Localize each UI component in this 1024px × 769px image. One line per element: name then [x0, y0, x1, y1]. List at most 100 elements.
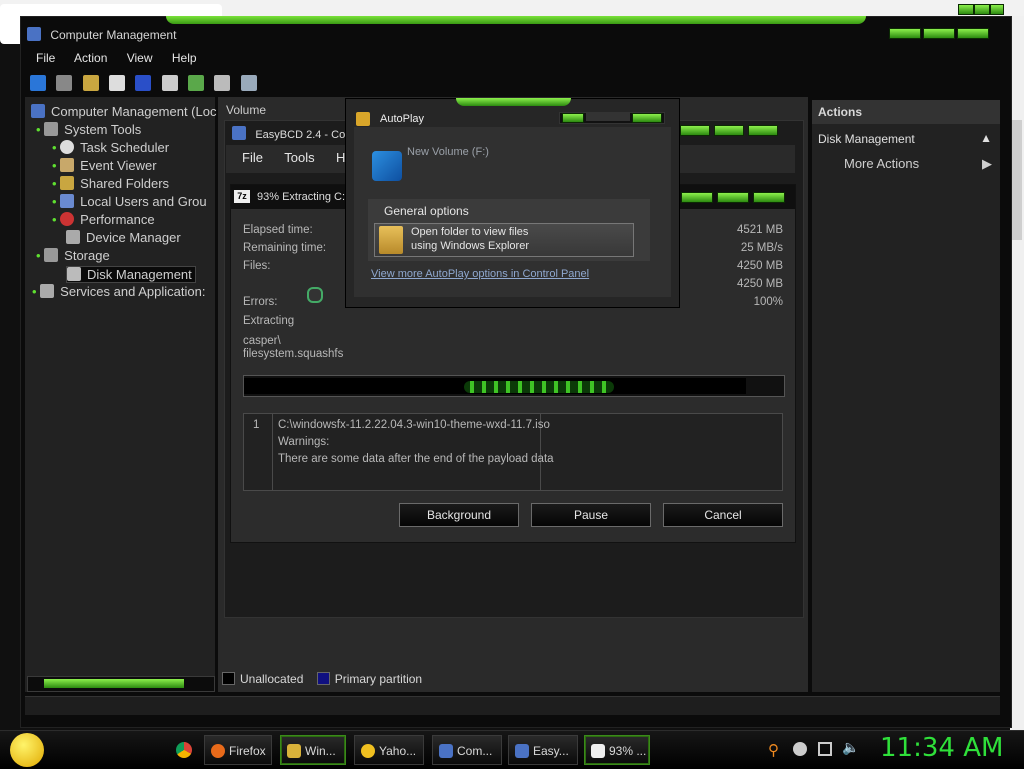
open-folder-option[interactable]: Open folder to view files using Windows …	[374, 223, 634, 257]
extraction-minimize-button[interactable]	[681, 192, 713, 203]
autoplay-title: AutoPlay	[380, 113, 425, 125]
legend-primary-partition: Primary partition	[334, 672, 423, 686]
device-manager-icon	[66, 230, 80, 244]
help-icon[interactable]	[135, 75, 152, 91]
expand-icon[interactable]: •	[32, 284, 40, 299]
message-index-column: 1	[244, 414, 273, 490]
extraction-progress-bar	[243, 375, 785, 397]
more-autoplay-options-link[interactable]: View more AutoPlay options in Control Pa…	[371, 268, 589, 280]
tree-item-local-users[interactable]: • Local Users and Grou	[52, 194, 207, 209]
services-icon	[40, 284, 55, 298]
collapse-up-icon[interactable]: ▲	[980, 131, 992, 145]
pause-button[interactable]: Pause	[531, 503, 651, 527]
easybcd-menu-file[interactable]: File	[242, 150, 263, 165]
elapsed-time-label: Elapsed time:	[243, 224, 313, 236]
volume-column-header[interactable]: Volume	[226, 103, 266, 117]
back-arrow-icon[interactable]	[30, 75, 46, 91]
easybcd-icon	[515, 744, 529, 758]
drive-icon	[372, 151, 402, 181]
show-hide-tree-icon[interactable]	[109, 75, 126, 91]
search-icon[interactable]: ⚲	[768, 741, 779, 759]
network-icon[interactable]	[818, 742, 832, 756]
tree-root[interactable]: Computer Management (Loc	[31, 104, 216, 119]
legend-unallocated: Unallocated	[240, 672, 304, 686]
taskbar-7zip[interactable]: 93% ...	[584, 735, 650, 765]
autoplay-minimize-button[interactable]	[562, 113, 584, 123]
easybcd-maximize-button[interactable]	[714, 125, 744, 136]
chrome-icon[interactable]	[176, 742, 192, 758]
tree-item-disk-management[interactable]: Disk Management	[66, 266, 196, 283]
autoplay-close-button[interactable]	[632, 113, 662, 123]
close-button[interactable]	[990, 4, 1004, 15]
tree-item-shared-folders[interactable]: • Shared Folders	[52, 176, 169, 191]
main-statusbar	[25, 696, 1000, 715]
more-actions-item[interactable]: More Actions ▶	[812, 154, 1000, 171]
autoplay-maximize-button[interactable]	[586, 113, 630, 121]
taskbar-clock[interactable]: 11:34 AM	[880, 733, 1003, 763]
7zip-icon: 7z	[234, 190, 250, 203]
autoplay-glow-bar	[456, 98, 571, 106]
export-icon[interactable]	[214, 75, 231, 91]
taskbar-yahoo[interactable]: Yaho...	[354, 735, 424, 765]
tree-item-performance[interactable]: • Performance	[52, 212, 155, 227]
menu-view[interactable]: View	[127, 51, 153, 65]
packed-size-value: 4250 MB	[736, 278, 783, 290]
up-folder-icon[interactable]	[82, 75, 99, 91]
warnings-list[interactable]: 1 C:\windowsfx-11.2.22.04.3-win10-theme-…	[243, 413, 783, 491]
forward-arrow-icon[interactable]	[56, 75, 73, 91]
expand-icon[interactable]: •	[52, 176, 60, 191]
titlebar-buttons	[889, 28, 989, 39]
open-folder-option-line2: using Windows Explorer	[411, 240, 529, 252]
taskbar-computer-management[interactable]: Com...	[432, 735, 502, 765]
menu-help[interactable]: Help	[172, 51, 197, 65]
event-viewer-icon	[60, 158, 75, 172]
expand-icon[interactable]: •	[36, 248, 44, 263]
cursor-busy-icon	[307, 287, 323, 303]
extraction-close-button[interactable]	[753, 192, 785, 203]
view-icon[interactable]	[240, 75, 257, 91]
expand-icon[interactable]: •	[52, 194, 60, 209]
background-button[interactable]: Background	[399, 503, 519, 527]
computer-management-icon	[439, 744, 453, 758]
taskbar-firefox[interactable]: Firefox	[204, 735, 272, 765]
easybcd-minimize-button[interactable]	[680, 125, 710, 136]
scroll-thumb[interactable]	[44, 679, 184, 688]
folder-icon	[379, 226, 403, 254]
expand-icon[interactable]: •	[52, 158, 60, 173]
title-maximize-button[interactable]	[923, 28, 955, 39]
window-titlebar: Computer Management	[27, 27, 176, 42]
menu-action[interactable]: Action	[74, 51, 107, 65]
expand-icon[interactable]: •	[36, 122, 44, 137]
tree-item-event-viewer[interactable]: • Event Viewer	[52, 158, 157, 173]
expand-icon[interactable]: •	[52, 140, 60, 155]
start-button-smiley-icon[interactable]	[10, 733, 44, 767]
easybcd-close-button[interactable]	[748, 125, 778, 136]
actions-section-disk-management[interactable]: Disk Management ▲	[812, 124, 1000, 154]
tree-item-device-manager[interactable]: Device Manager	[66, 230, 181, 245]
background-scroll-thumb[interactable]	[1012, 120, 1022, 240]
menu-file[interactable]: File	[36, 51, 55, 65]
properties-icon[interactable]	[161, 75, 178, 91]
maximize-button[interactable]	[974, 4, 990, 15]
status-icon[interactable]	[793, 742, 807, 756]
users-icon	[60, 194, 75, 208]
tree-item-services[interactable]: • Services and Application:	[32, 284, 205, 299]
title-close-button[interactable]	[957, 28, 989, 39]
tree-item-system-tools[interactable]: • System Tools	[36, 122, 141, 137]
taskbar-easybcd[interactable]: Easy...	[508, 735, 578, 765]
cancel-button[interactable]: Cancel	[663, 503, 783, 527]
autoplay-title-buttons	[559, 112, 665, 124]
tree-horizontal-scrollbar[interactable]	[27, 676, 215, 692]
progress-chevrons	[464, 381, 614, 393]
extraction-maximize-button[interactable]	[717, 192, 749, 203]
title-minimize-button[interactable]	[889, 28, 921, 39]
tree-item-storage[interactable]: • Storage	[36, 248, 110, 263]
yahoo-icon	[361, 744, 375, 758]
minimize-button[interactable]	[958, 4, 974, 15]
easybcd-menu-tools[interactable]: Tools	[284, 150, 314, 165]
volume-icon[interactable]: 🔈	[842, 739, 859, 756]
refresh-icon[interactable]	[188, 75, 205, 91]
expand-icon[interactable]: •	[52, 212, 60, 227]
tree-item-task-scheduler[interactable]: • Task Scheduler	[52, 140, 169, 155]
taskbar-windows-explorer[interactable]: Win...	[280, 735, 346, 765]
